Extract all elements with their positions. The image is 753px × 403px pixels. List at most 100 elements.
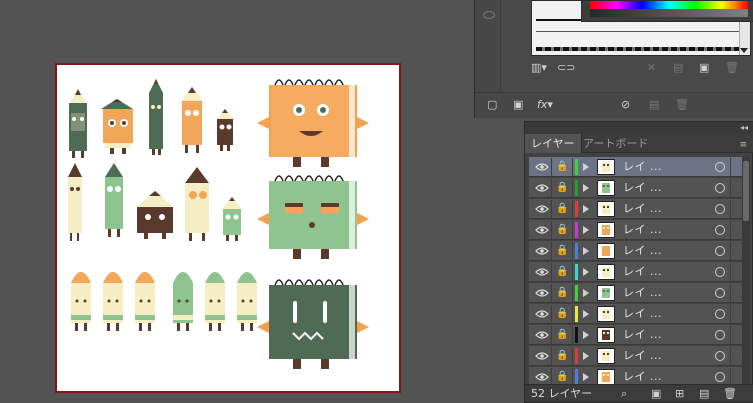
layer-row[interactable]: 🔒 レイ ... [529, 157, 743, 177]
visibility-eye-icon[interactable] [532, 284, 552, 302]
selection-column[interactable] [730, 200, 742, 218]
lock-icon[interactable]: 🔒 [553, 326, 573, 344]
expand-arrow-icon[interactable] [583, 331, 589, 339]
target-circle-icon[interactable] [715, 330, 725, 340]
lock-icon[interactable]: 🔒 [553, 179, 573, 197]
clear-icon[interactable]: ⊘ [621, 98, 630, 112]
expand-arrow-icon[interactable] [583, 310, 589, 318]
layer-row[interactable]: 🔒 レイ ... [529, 199, 743, 219]
layer-name[interactable]: レイ ... [623, 220, 662, 240]
expand-arrow-icon[interactable] [583, 247, 589, 255]
target-circle-icon[interactable] [715, 309, 725, 319]
swatch-options-icon[interactable]: ▤ [673, 61, 683, 74]
layer-name[interactable]: レイ ... [623, 262, 662, 282]
break-link-icon[interactable]: ✕ [647, 61, 656, 74]
delete-icon[interactable]: 🗑 [675, 98, 689, 112]
selection-column[interactable] [730, 158, 742, 176]
layer-name[interactable]: レイ ... [623, 199, 662, 219]
layers-scrollbar[interactable] [742, 157, 750, 387]
selection-column[interactable] [730, 284, 742, 302]
lock-icon[interactable]: 🔒 [553, 221, 573, 239]
panel-header[interactable]: ◂◂ [525, 122, 753, 134]
visibility-eye-icon[interactable] [532, 326, 552, 344]
layer-row[interactable]: 🔒 レイ ... [529, 241, 743, 261]
visibility-eye-icon[interactable] [532, 242, 552, 260]
visibility-eye-icon[interactable] [532, 305, 552, 323]
duplicate-icon[interactable]: ▤ [649, 98, 659, 112]
library-icon[interactable]: ▥▾ [531, 61, 547, 74]
collapse-icon[interactable]: ◂◂ [740, 122, 748, 134]
new-sublayer-icon[interactable]: ⊞ [675, 387, 684, 401]
lock-icon[interactable]: 🔒 [553, 158, 573, 176]
expand-arrow-icon[interactable] [583, 226, 589, 234]
expand-arrow-icon[interactable] [583, 163, 589, 171]
layer-row[interactable]: 🔒 レイ ... [529, 262, 743, 282]
target-circle-icon[interactable] [715, 288, 725, 298]
visibility-eye-icon[interactable] [532, 179, 552, 197]
expand-arrow-icon[interactable] [583, 352, 589, 360]
panel-menu-icon[interactable]: ≡ [739, 140, 747, 150]
layer-name[interactable]: レイ ... [623, 178, 662, 198]
selection-column[interactable] [730, 179, 742, 197]
mask-icon[interactable]: ▣ [513, 98, 523, 112]
target-circle-icon[interactable] [715, 204, 725, 214]
target-circle-icon[interactable] [715, 351, 725, 361]
selection-column[interactable] [730, 242, 742, 260]
layer-name[interactable]: レイ ... [623, 283, 662, 303]
layer-row[interactable]: 🔒 レイ ... [529, 178, 743, 198]
target-circle-icon[interactable] [715, 372, 725, 382]
expand-arrow-icon[interactable] [583, 289, 589, 297]
fx-menu[interactable]: fx▾ [537, 98, 553, 112]
color-ramp[interactable] [590, 9, 748, 17]
expand-arrow-icon[interactable] [583, 268, 589, 276]
new-brush-icon[interactable]: ▣ [699, 61, 709, 74]
visibility-eye-icon[interactable] [532, 158, 552, 176]
selection-column[interactable] [730, 326, 742, 344]
tab-layers[interactable]: レイヤー [525, 134, 582, 153]
layer-name[interactable]: レイ ... [623, 346, 662, 366]
delete-layer-icon[interactable]: 🗑 [723, 387, 737, 401]
layer-row[interactable]: 🔒 レイ ... [529, 346, 743, 366]
stop-icon[interactable]: ▢ [487, 98, 497, 112]
expand-arrow-icon[interactable] [583, 373, 589, 381]
link-chain-icon[interactable]: ⊂⊃ [557, 61, 575, 74]
scrollbar-thumb[interactable] [743, 161, 749, 221]
layer-row[interactable]: 🔒 レイ ... [529, 220, 743, 240]
stroke-sample[interactable] [536, 31, 746, 32]
layer-name[interactable]: レイ ... [623, 304, 662, 324]
make-clipping-mask-icon[interactable]: ▣ [651, 387, 661, 401]
target-circle-icon[interactable] [715, 183, 725, 193]
stroke-sample[interactable] [536, 47, 746, 51]
layer-row[interactable]: 🔒 レイ ... [529, 304, 743, 324]
lock-icon[interactable]: 🔒 [553, 263, 573, 281]
tab-artboards[interactable]: アートボード [577, 134, 654, 153]
lock-icon[interactable]: 🔒 [553, 284, 573, 302]
target-circle-icon[interactable] [715, 267, 725, 277]
scroll-down-icon[interactable] [740, 48, 748, 53]
selection-column[interactable] [730, 347, 742, 365]
target-circle-icon[interactable] [715, 162, 725, 172]
expand-arrow-icon[interactable] [583, 184, 589, 192]
layer-name[interactable]: レイ ... [623, 241, 662, 261]
eye-icon[interactable] [483, 11, 495, 19]
search-icon[interactable]: ⌕ [621, 387, 627, 401]
target-circle-icon[interactable] [715, 246, 725, 256]
layer-row[interactable]: 🔒 レイ ... [529, 325, 743, 345]
visibility-eye-icon[interactable] [532, 221, 552, 239]
target-circle-icon[interactable] [715, 225, 725, 235]
new-layer-icon[interactable]: ▤ [699, 387, 709, 401]
expand-arrow-icon[interactable] [583, 205, 589, 213]
layer-name[interactable]: レイ ... [623, 157, 662, 177]
layer-name[interactable]: レイ ... [623, 325, 662, 345]
lock-icon[interactable]: 🔒 [553, 347, 573, 365]
selection-column[interactable] [730, 221, 742, 239]
layer-row[interactable]: 🔒 レイ ... [529, 283, 743, 303]
visibility-eye-icon[interactable] [532, 200, 552, 218]
lock-icon[interactable]: 🔒 [553, 200, 573, 218]
artboard[interactable] [55, 63, 401, 393]
selection-column[interactable] [730, 263, 742, 281]
visibility-eye-icon[interactable] [532, 263, 552, 281]
lock-icon[interactable]: 🔒 [553, 305, 573, 323]
selection-column[interactable] [730, 305, 742, 323]
lock-icon[interactable]: 🔒 [553, 242, 573, 260]
